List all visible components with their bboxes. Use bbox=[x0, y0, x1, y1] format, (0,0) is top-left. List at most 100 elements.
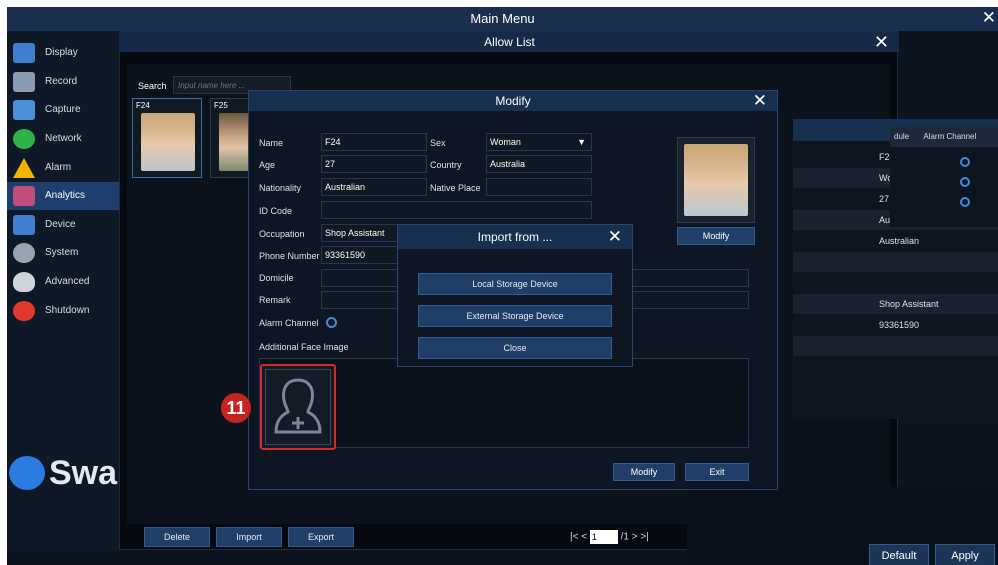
sidebar-item-display[interactable]: Display bbox=[7, 39, 119, 67]
allow-list-close-icon[interactable]: ✕ bbox=[874, 32, 889, 52]
first-page-button[interactable]: |< bbox=[570, 532, 578, 543]
face-card-label: F24 bbox=[136, 101, 150, 110]
sidebar: Display Record Capture Network Alarm Ana… bbox=[7, 31, 119, 551]
sidebar-item-advanced[interactable]: Advanced bbox=[7, 268, 119, 296]
sidebar-item-label: Device bbox=[45, 219, 76, 230]
main-menu-titlebar: Main Menu ✕ bbox=[7, 7, 998, 31]
id-code-label: ID Code bbox=[259, 206, 293, 216]
country-field[interactable]: Australia bbox=[486, 155, 592, 173]
delete-button[interactable]: Delete bbox=[144, 527, 210, 547]
apply-button[interactable]: Apply bbox=[935, 544, 995, 565]
age-label: Age bbox=[259, 160, 276, 170]
sidebar-item-device[interactable]: Device bbox=[7, 211, 119, 239]
sidebar-item-label: Network bbox=[45, 133, 82, 144]
modify-title: Modify bbox=[495, 94, 531, 108]
details-row: Shop Assistant bbox=[793, 294, 998, 314]
native-place-field[interactable] bbox=[486, 178, 592, 196]
sidebar-item-label: Alarm bbox=[45, 162, 72, 173]
import-title: Import from ... bbox=[477, 230, 553, 244]
additional-face-label: Additional Face Image bbox=[259, 342, 349, 352]
prev-page-button[interactable]: < bbox=[581, 532, 587, 543]
sidebar-item-analytics[interactable]: Analytics bbox=[7, 182, 119, 210]
modify-confirm-button[interactable]: Modify bbox=[613, 463, 675, 481]
modify-exit-button[interactable]: Exit bbox=[685, 463, 749, 481]
sidebar-item-label: Shutdown bbox=[45, 305, 90, 316]
alarm-warning-icon bbox=[13, 158, 35, 178]
modify-close-icon[interactable]: ✕ bbox=[753, 91, 767, 111]
search-label: Search bbox=[138, 81, 167, 91]
name-label: Name bbox=[259, 138, 284, 148]
external-storage-button[interactable]: External Storage Device bbox=[418, 305, 612, 327]
gear-icon bbox=[13, 243, 35, 263]
allow-list-titlebar: Allow List bbox=[120, 32, 899, 52]
main-menu-title: Main Menu bbox=[470, 11, 535, 26]
last-page-button[interactable]: >| bbox=[640, 532, 648, 543]
analytics-chart-icon bbox=[13, 186, 35, 206]
import-close-button[interactable]: Close bbox=[418, 337, 612, 359]
schedule-col-header: dule bbox=[894, 132, 910, 141]
dvr-screen: Main Menu ✕ Display Record Capture Netwo… bbox=[7, 7, 998, 565]
nationality-label: Nationality bbox=[259, 183, 302, 193]
display-icon bbox=[13, 43, 35, 63]
import-button[interactable]: Import bbox=[216, 527, 282, 547]
native-place-label: Native Place bbox=[430, 183, 481, 193]
main-menu-close-icon[interactable]: ✕ bbox=[982, 9, 996, 27]
face-card[interactable]: F24 bbox=[132, 98, 202, 178]
sex-select[interactable]: Woman ▼ bbox=[486, 133, 592, 151]
face-image bbox=[684, 144, 748, 216]
allow-list-title: Allow List bbox=[484, 35, 535, 49]
import-from-dialog: Import from ... ✕ Local Storage Device E… bbox=[397, 224, 633, 367]
remark-label: Remark bbox=[259, 295, 291, 305]
id-code-field[interactable] bbox=[321, 201, 592, 219]
alarm-channel-toggle-icon[interactable] bbox=[960, 157, 970, 167]
alarm-channel-toggle-icon[interactable] bbox=[960, 177, 970, 187]
next-page-button[interactable]: > bbox=[632, 532, 638, 543]
brand-logo-icon bbox=[9, 456, 45, 490]
pager: |< < 1 /1 > >| bbox=[570, 530, 649, 545]
page-number-input[interactable]: 1 bbox=[589, 530, 618, 544]
schedule-header: dule Alarm Channel bbox=[890, 127, 998, 147]
sidebar-item-record[interactable]: Record bbox=[7, 68, 119, 96]
nationality-field[interactable]: Australian bbox=[321, 178, 427, 196]
sidebar-item-alarm[interactable]: Alarm bbox=[7, 154, 119, 182]
device-tools-icon bbox=[13, 215, 35, 235]
alarm-channel-settings-icon[interactable] bbox=[326, 317, 337, 328]
details-row bbox=[793, 336, 998, 356]
face-photo-main bbox=[677, 137, 755, 223]
sidebar-item-capture[interactable]: Capture bbox=[7, 96, 119, 124]
add-face-image-button[interactable] bbox=[260, 364, 336, 450]
face-photo bbox=[141, 113, 195, 171]
network-icon bbox=[13, 129, 35, 149]
sex-label: Sex bbox=[430, 138, 446, 148]
export-button[interactable]: Export bbox=[288, 527, 354, 547]
default-button[interactable]: Default bbox=[869, 544, 929, 565]
alarm-channel-label: Alarm Channel bbox=[259, 318, 319, 328]
details-row: 93361590 bbox=[879, 320, 920, 330]
country-label: Country bbox=[430, 160, 462, 170]
sex-value: Woman bbox=[490, 137, 521, 147]
sidebar-item-system[interactable]: System bbox=[7, 239, 119, 267]
details-row bbox=[793, 252, 998, 272]
alarm-channel-col-header: Alarm Channel bbox=[923, 132, 977, 141]
alarm-channel-toggle-icon[interactable] bbox=[960, 197, 970, 207]
import-titlebar: Import from ... bbox=[398, 225, 632, 249]
add-person-icon bbox=[274, 378, 322, 434]
name-field[interactable]: F24 bbox=[321, 133, 427, 151]
record-icon bbox=[13, 72, 35, 92]
photo-modify-button[interactable]: Modify bbox=[677, 227, 755, 245]
page-total: /1 bbox=[620, 531, 629, 543]
sidebar-item-shutdown[interactable]: Shutdown bbox=[7, 297, 119, 325]
brand-logo: Swa bbox=[49, 454, 118, 492]
sidebar-item-network[interactable]: Network bbox=[7, 125, 119, 153]
sidebar-item-label: Record bbox=[45, 76, 78, 87]
details-row: Australian bbox=[879, 236, 920, 246]
advanced-icon bbox=[13, 272, 35, 292]
add-face-slot bbox=[265, 369, 331, 445]
occupation-label: Occupation bbox=[259, 229, 305, 239]
sidebar-item-label: Capture bbox=[45, 104, 81, 115]
local-storage-button[interactable]: Local Storage Device bbox=[418, 273, 612, 295]
sidebar-item-label: Advanced bbox=[45, 276, 90, 287]
age-field[interactable]: 27 bbox=[321, 155, 427, 173]
face-card-label: F25 bbox=[214, 101, 228, 110]
import-close-icon[interactable]: ✕ bbox=[608, 225, 622, 249]
